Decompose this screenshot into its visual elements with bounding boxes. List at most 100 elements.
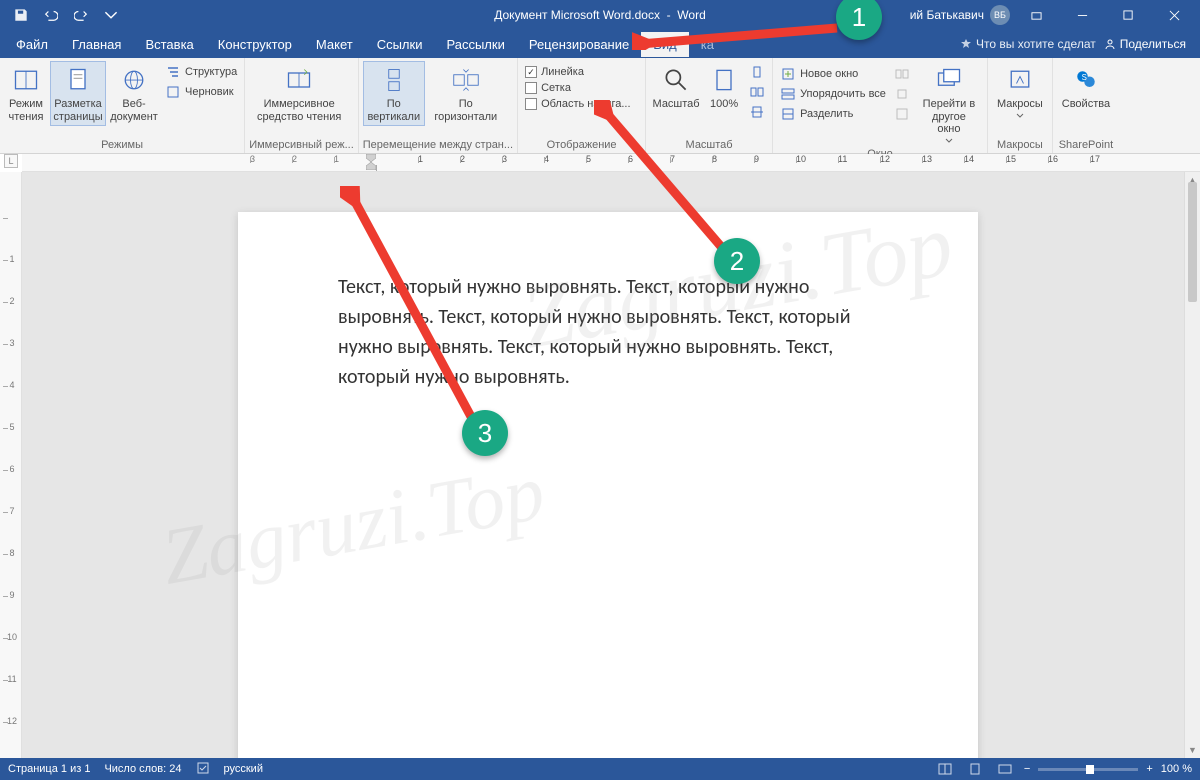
print-layout-view-button[interactable] [964,760,986,778]
zoom-100-button[interactable]: 100% [704,61,744,114]
zoom-button[interactable]: Масштаб [650,61,702,114]
tab-help[interactable]: ка [689,32,726,57]
tab-view[interactable]: Вид [641,32,689,57]
document-text[interactable]: Текст, который нужно выровнять. Текст, к… [338,272,878,392]
tab-file[interactable]: Файл [4,32,60,57]
book-icon [10,64,42,96]
draft-button[interactable]: Черновик [162,83,240,101]
zoom-in-button[interactable]: + [1146,763,1152,775]
tab-design[interactable]: Конструктор [206,32,304,57]
tab-insert[interactable]: Вставка [133,32,205,57]
gridlines-checkbox[interactable]: Сетка [522,81,633,95]
web-layout-view-button[interactable] [994,760,1016,778]
tab-mailings[interactable]: Рассылки [434,32,516,57]
vertical-button[interactable]: По вертикали [363,61,425,126]
group-label-macros: Макросы [992,137,1048,151]
minimize-button[interactable] [1062,1,1102,29]
title-bar: Документ Microsoft Word.docx - Word ий Б… [0,0,1200,30]
maximize-button[interactable] [1108,1,1148,29]
onepage-icon [749,64,765,80]
undo-button[interactable] [38,2,64,28]
properties-button[interactable]: S Свойства [1057,61,1115,114]
zoom-out-button[interactable]: − [1024,763,1030,775]
qat-more-button[interactable] [98,2,124,28]
tab-selector[interactable]: L [4,154,18,168]
print-layout-button[interactable]: Разметка страницы [50,61,106,126]
page-width-button[interactable] [746,103,768,121]
document-area[interactable]: Текст, который нужно выровнять. Текст, к… [22,172,1200,758]
switch-windows-button[interactable]: Перейти в другое окно [915,61,983,146]
ribbon: Режим чтения Разметка страницы Веб-докум… [0,58,1200,154]
reader-icon [283,64,315,96]
annotation-callout-2: 2 [714,238,760,284]
status-proofing-icon[interactable] [196,761,210,778]
vertical-icon [378,64,410,96]
zoom-slider[interactable] [1038,768,1138,771]
multi-page-button[interactable] [746,83,768,101]
window-title: Документ Microsoft Word.docx - Word [494,8,706,22]
newwin-icon [780,66,796,82]
ribbon-group-views: Режим чтения Разметка страницы Веб-докум… [0,58,245,153]
ribbon-group-window: Новое окно Упорядочить все Разделить Пер… [773,58,988,153]
tab-layout[interactable]: Макет [304,32,365,57]
group-label-sharepoint: SharePoint [1057,137,1115,151]
status-bar: Страница 1 из 1 Число слов: 24 русский −… [0,758,1200,780]
group-label-views: Режимы [4,137,240,151]
tell-me-search[interactable]: Что вы хотите сделат [960,37,1096,51]
horizontal-button[interactable]: По горизонтали [427,61,505,126]
horizontal-ruler[interactable]: 3211234567891011121314151617 [22,154,1200,172]
ribbon-group-immersive: Иммерсивное средство чтения Иммерсивный … [245,58,359,153]
redo-button[interactable] [68,2,94,28]
view-side-button [891,65,913,83]
group-label-show: Отображение [522,137,641,151]
close-button[interactable] [1154,1,1194,29]
indent-marker[interactable] [366,154,376,170]
split-button[interactable]: Разделить [777,105,889,123]
ribbon-group-sharepoint: S Свойства SharePoint [1053,58,1119,153]
macros-icon [1004,64,1036,96]
arrange-all-button[interactable]: Упорядочить все [777,85,889,103]
outline-icon [165,64,181,80]
tab-review[interactable]: Рецензирование [517,32,641,57]
zoom-level[interactable]: 100 % [1161,763,1192,775]
save-button[interactable] [8,2,34,28]
user-name: ий Батькавич [910,8,984,22]
user-avatar[interactable]: ВБ [990,5,1010,25]
new-window-button[interactable]: Новое окно [777,65,889,83]
web-layout-button[interactable]: Веб-документ [108,61,160,126]
navigation-checkbox[interactable]: Область навига... [522,97,633,111]
switch-icon [933,64,965,96]
read-mode-view-button[interactable] [934,760,956,778]
scroll-down-icon[interactable]: ▼ [1185,742,1200,758]
pagewidth-icon [749,104,765,120]
ribbon-group-macros: Макросы Макросы [988,58,1053,153]
svg-text:S: S [1082,73,1087,82]
vertical-ruler[interactable]: 12345678910111213 [0,172,22,758]
tab-home[interactable]: Главная [60,32,133,57]
document-page[interactable]: Текст, который нужно выровнять. Текст, к… [238,212,978,758]
window-controls: ий Батькавич ВБ [910,1,1200,29]
vertical-scrollbar[interactable]: ▲ ▼ [1184,172,1200,758]
horizontal-icon [450,64,482,96]
scrollbar-thumb[interactable] [1188,182,1197,302]
share-button[interactable]: Поделиться [1104,37,1186,51]
one-page-button[interactable] [746,63,768,81]
ribbon-display-button[interactable] [1016,1,1056,29]
status-page[interactable]: Страница 1 из 1 [8,763,90,775]
read-mode-button[interactable]: Режим чтения [4,61,48,126]
immersive-reader-button[interactable]: Иммерсивное средство чтения [249,61,349,126]
ribbon-group-zoom: Масштаб 100% Масштаб [646,58,773,153]
multipage-icon [749,84,765,100]
ruler-checkbox[interactable]: ✓Линейка [522,65,633,79]
status-words[interactable]: Число слов: 24 [104,763,181,775]
annotation-callout-3: 3 [462,410,508,456]
quick-access-toolbar [0,2,124,28]
split-icon [780,106,796,122]
sync-scroll-button [891,85,913,103]
tab-references[interactable]: Ссылки [365,32,435,57]
status-language[interactable]: русский [224,763,263,775]
page-icon [62,64,94,96]
macros-button[interactable]: Макросы [992,61,1048,121]
outline-button[interactable]: Структура [162,63,240,81]
arrange-icon [780,86,796,102]
